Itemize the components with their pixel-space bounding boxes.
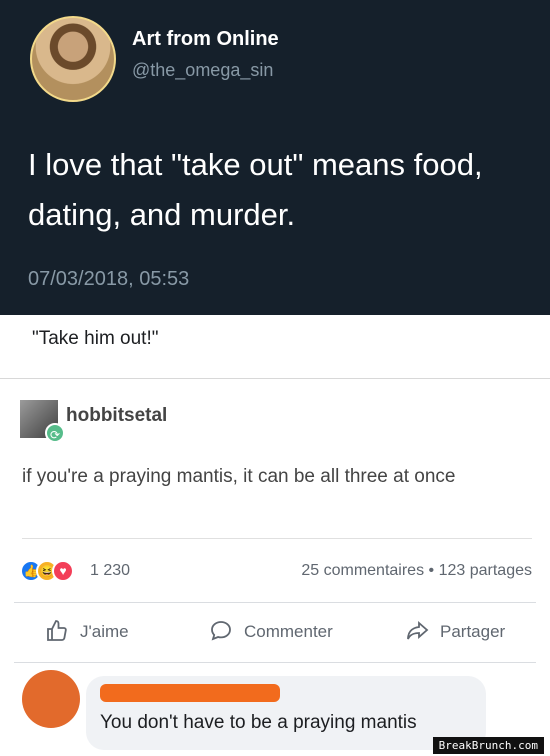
divider <box>14 602 536 603</box>
comment-text: You don't have to be a praying mantis <box>100 712 417 733</box>
tweet-handle[interactable]: @the_omega_sin <box>132 60 273 81</box>
post-actions: J'aime Commenter Partager <box>0 612 550 652</box>
share-label: Partager <box>440 622 506 641</box>
stats-separator: • <box>428 562 435 579</box>
share-button[interactable]: Partager <box>404 612 505 652</box>
watermark: BreakBrunch.com <box>432 737 544 754</box>
post-stats: 25 commentaires • 123 partages <box>301 562 532 580</box>
tweet-display-name[interactable]: Art from Online <box>132 28 279 51</box>
tweet-avatar[interactable] <box>30 16 116 102</box>
commenter-avatar-redacted[interactable] <box>22 670 80 728</box>
like-button[interactable]: J'aime <box>44 612 129 652</box>
comment-button[interactable]: Commenter <box>208 612 333 652</box>
like-label: J'aime <box>80 622 129 641</box>
thumbs-up-icon <box>44 619 70 645</box>
share-icon <box>404 619 430 645</box>
tweet-timestamp: 07/03/2018, 05:53 <box>28 268 190 290</box>
shares-count[interactable]: 123 partages <box>439 562 532 579</box>
tumblr-text: if you're a praying mantis, it can be al… <box>22 466 456 487</box>
comment-icon <box>208 619 234 645</box>
reblog-icon: ⟳ <box>45 423 65 443</box>
divider <box>14 662 536 663</box>
comment-label: Commenter <box>244 622 333 641</box>
tweet-text: I love that "take out" means food, datin… <box>28 147 483 232</box>
reaction-count: 1 230 <box>90 562 131 579</box>
divider <box>0 378 550 379</box>
love-icon: ♥ <box>52 560 74 582</box>
post-caption: "Take him out!" <box>32 328 159 349</box>
comments-count[interactable]: 25 commentaires <box>301 562 424 579</box>
commenter-name-redacted <box>100 684 280 702</box>
divider <box>22 538 532 539</box>
tumblr-username[interactable]: hobbitsetal <box>66 405 167 427</box>
tweet-card: Art from Online @the_omega_sin I love th… <box>0 0 550 315</box>
